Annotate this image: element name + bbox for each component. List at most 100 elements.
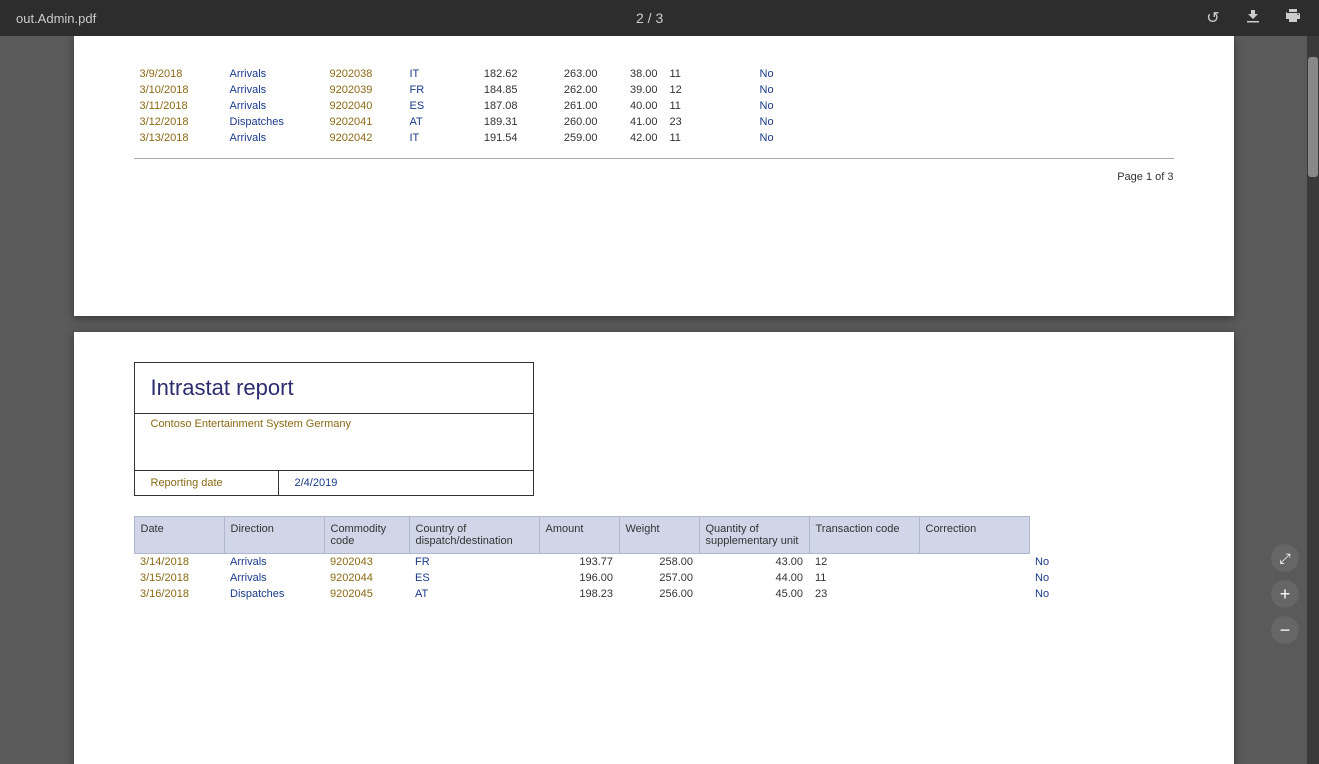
table-row: 3/13/2018 Arrivals 9202042 IT 191.54 259… bbox=[134, 130, 1174, 146]
zoom-out-button[interactable]: − bbox=[1271, 616, 1299, 644]
commodity-cell: 9202042 bbox=[324, 130, 404, 146]
commodity-cell: 9202040 bbox=[324, 98, 404, 114]
scrollbar-track[interactable] bbox=[1307, 36, 1319, 764]
main-area: 3/9/2018 Arrivals 9202038 IT 182.62 263.… bbox=[0, 36, 1319, 764]
weight-cell: 258.00 bbox=[619, 554, 699, 571]
col-header: Country of dispatch/destination bbox=[409, 517, 539, 554]
download-icon[interactable] bbox=[1243, 8, 1263, 29]
country-cell: IT bbox=[404, 130, 444, 146]
refresh-icon[interactable]: ↺ bbox=[1203, 8, 1223, 28]
toolbar-actions: ↺ bbox=[1203, 8, 1303, 29]
correction-cell bbox=[694, 114, 754, 130]
qty-cell: 45.00 bbox=[699, 586, 809, 602]
direction-cell: Arrivals bbox=[224, 570, 324, 586]
report-header-box: Intrastat report Contoso Entertainment S… bbox=[134, 362, 534, 496]
date-cell: 3/12/2018 bbox=[134, 114, 224, 130]
no-cell: No bbox=[754, 98, 1174, 114]
no-cell: No bbox=[1029, 570, 1094, 586]
report-date-row: Reporting date 2/4/2019 bbox=[135, 470, 533, 495]
direction-cell: Dispatches bbox=[224, 114, 324, 130]
col-header: Quantity of supplementary unit bbox=[699, 517, 809, 554]
col-header: Date bbox=[134, 517, 224, 554]
weight-cell: 259.00 bbox=[524, 130, 604, 146]
commodity-cell: 9202041 bbox=[324, 114, 404, 130]
print-icon[interactable] bbox=[1283, 8, 1303, 29]
country-cell: IT bbox=[404, 66, 444, 82]
qty2-cell: 12 bbox=[664, 82, 694, 98]
no-cell: No bbox=[1029, 586, 1094, 602]
amount-cell: 191.54 bbox=[444, 130, 524, 146]
no-cell: No bbox=[754, 130, 1174, 146]
qty2-cell: 23 bbox=[809, 586, 919, 602]
commodity-cell: 9202038 bbox=[324, 66, 404, 82]
scrollbar-thumb[interactable] bbox=[1308, 57, 1318, 177]
col-header: Commodity code bbox=[324, 517, 409, 554]
weight-cell: 260.00 bbox=[524, 114, 604, 130]
date-cell: 3/13/2018 bbox=[134, 130, 224, 146]
expand-button[interactable]: ⤢ bbox=[1271, 544, 1299, 572]
correction-cell bbox=[694, 66, 754, 82]
weight-cell: 263.00 bbox=[524, 66, 604, 82]
report-company: Contoso Entertainment System Germany bbox=[135, 413, 533, 470]
pdf-area[interactable]: 3/9/2018 Arrivals 9202038 IT 182.62 263.… bbox=[0, 36, 1307, 764]
filename: out.Admin.pdf bbox=[16, 11, 96, 26]
col-header-table: DateDirectionCommodity codeCountry of di… bbox=[134, 516, 1094, 602]
date-cell: 3/15/2018 bbox=[134, 570, 224, 586]
page1-table: 3/9/2018 Arrivals 9202038 IT 182.62 263.… bbox=[134, 66, 1174, 146]
zoom-controls: ⤢ + − bbox=[1271, 544, 1299, 644]
country-cell: ES bbox=[404, 98, 444, 114]
qty-cell: 40.00 bbox=[604, 98, 664, 114]
weight-cell: 256.00 bbox=[619, 586, 699, 602]
qty2-cell: 12 bbox=[809, 554, 919, 571]
report-title: Intrastat report bbox=[135, 363, 533, 413]
weight-cell: 261.00 bbox=[524, 98, 604, 114]
correction-cell bbox=[694, 130, 754, 146]
no-cell: No bbox=[754, 66, 1174, 82]
direction-cell: Arrivals bbox=[224, 130, 324, 146]
qty-cell: 44.00 bbox=[699, 570, 809, 586]
no-cell: No bbox=[1029, 554, 1094, 571]
direction-cell: Arrivals bbox=[224, 82, 324, 98]
country-cell: AT bbox=[404, 114, 444, 130]
table-row: 3/9/2018 Arrivals 9202038 IT 182.62 263.… bbox=[134, 66, 1174, 82]
correction-cell bbox=[919, 554, 1029, 571]
page1-footer: Page 1 of 3 bbox=[134, 171, 1174, 183]
qty-cell: 39.00 bbox=[604, 82, 664, 98]
pdf-page-2: Intrastat report Contoso Entertainment S… bbox=[74, 332, 1234, 764]
country-cell: AT bbox=[409, 586, 539, 602]
col-header: Amount bbox=[539, 517, 619, 554]
table-row: 3/10/2018 Arrivals 9202039 FR 184.85 262… bbox=[134, 82, 1174, 98]
amount-cell: 193.77 bbox=[539, 554, 619, 571]
qty2-cell: 11 bbox=[664, 98, 694, 114]
country-cell: FR bbox=[404, 82, 444, 98]
reporting-date-value: 2/4/2019 bbox=[278, 471, 533, 495]
date-cell: 3/14/2018 bbox=[134, 554, 224, 571]
amount-cell: 182.62 bbox=[444, 66, 524, 82]
country-cell: FR bbox=[409, 554, 539, 571]
correction-cell bbox=[694, 82, 754, 98]
weight-cell: 257.00 bbox=[619, 570, 699, 586]
direction-cell: Arrivals bbox=[224, 66, 324, 82]
qty2-cell: 23 bbox=[664, 114, 694, 130]
pdf-page-1: 3/9/2018 Arrivals 9202038 IT 182.62 263.… bbox=[74, 36, 1234, 316]
direction-cell: Arrivals bbox=[224, 554, 324, 571]
table-row: 3/15/2018 Arrivals 9202044 ES 196.00 257… bbox=[134, 570, 1094, 586]
page-info: 2 / 3 bbox=[636, 10, 663, 26]
zoom-out-icon: − bbox=[1280, 620, 1291, 641]
table-row: 3/11/2018 Arrivals 9202040 ES 187.08 261… bbox=[134, 98, 1174, 114]
amount-cell: 198.23 bbox=[539, 586, 619, 602]
toolbar: out.Admin.pdf 2 / 3 ↺ bbox=[0, 0, 1319, 36]
weight-cell: 262.00 bbox=[524, 82, 604, 98]
qty-cell: 43.00 bbox=[699, 554, 809, 571]
commodity-cell: 9202045 bbox=[324, 586, 409, 602]
zoom-in-icon: + bbox=[1280, 584, 1291, 605]
table-row: 3/14/2018 Arrivals 9202043 FR 193.77 258… bbox=[134, 554, 1094, 571]
qty2-cell: 11 bbox=[664, 66, 694, 82]
commodity-cell: 9202043 bbox=[324, 554, 409, 571]
zoom-in-button[interactable]: + bbox=[1271, 580, 1299, 608]
no-cell: No bbox=[754, 82, 1174, 98]
col-header: Transaction code bbox=[809, 517, 919, 554]
correction-cell bbox=[919, 570, 1029, 586]
no-cell: No bbox=[754, 114, 1174, 130]
amount-cell: 184.85 bbox=[444, 82, 524, 98]
